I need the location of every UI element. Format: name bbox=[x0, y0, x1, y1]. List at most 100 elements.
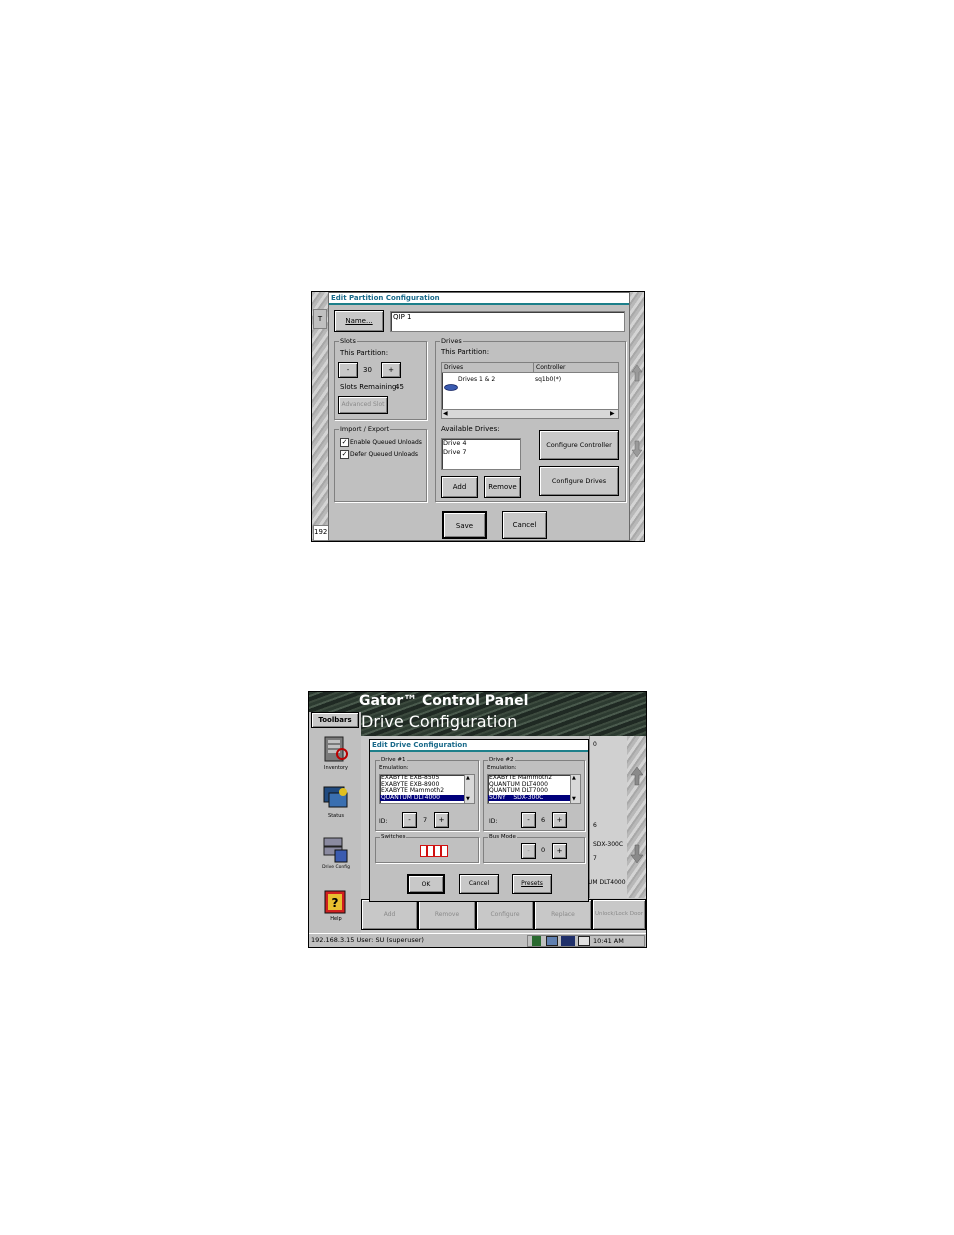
dip-switch[interactable] bbox=[441, 845, 448, 857]
drive-icon bbox=[444, 376, 458, 395]
configure-button[interactable]: Configure bbox=[476, 899, 534, 930]
configure-controller-button[interactable]: Configure Controller bbox=[539, 430, 619, 460]
scroll-up-icon[interactable]: ▲ bbox=[466, 775, 470, 781]
scroll-up-icon[interactable]: ▲ bbox=[572, 775, 576, 781]
background-left-tab: T bbox=[313, 309, 327, 329]
bus-mode-group: Bus Mode - 0 + bbox=[483, 832, 585, 863]
edit-partition-dialog: Edit Partition Configuration Name... QIP… bbox=[328, 292, 630, 541]
tray-icon[interactable] bbox=[578, 936, 590, 946]
bus-mode-minus-button[interactable]: - bbox=[521, 843, 536, 859]
toolbar-label: Inventory bbox=[324, 765, 348, 771]
drive-config-icon bbox=[323, 837, 348, 863]
tray-icon[interactable] bbox=[546, 936, 558, 946]
toolbar-item-help[interactable]: ? Help bbox=[319, 888, 353, 926]
list-item-selected[interactable]: QUANTUM DLT4000 bbox=[380, 794, 474, 801]
drive1-emulation-list[interactable]: EXABYTE EXB-8505 EXABYTE EXB-8900 EXABYT… bbox=[379, 774, 475, 804]
dip-switch[interactable] bbox=[434, 845, 441, 857]
advanced-slot-button[interactable]: Advanced Slot bbox=[338, 396, 388, 414]
add-drive-button[interactable]: Add bbox=[441, 476, 478, 498]
defer-queued-unloads-label: Defer Queued Unloads bbox=[350, 451, 419, 458]
right-scroll-strip bbox=[627, 736, 646, 898]
column-header-drives[interactable]: Drives bbox=[444, 363, 463, 372]
unlock-lock-door-button[interactable]: Unlock/Lock Door bbox=[592, 899, 646, 930]
background-left-strip bbox=[312, 292, 328, 541]
page-title: Drive Configuration bbox=[361, 712, 518, 731]
slots-group: Slots This Partition: - 30 + Slots Remai… bbox=[334, 336, 427, 420]
drive2-id-minus-button[interactable]: - bbox=[521, 812, 536, 828]
toolbar-item-inventory[interactable]: Inventory bbox=[319, 732, 353, 774]
scroll-up-arrow-icon[interactable] bbox=[631, 364, 643, 382]
system-tray: 10:41 AM bbox=[527, 935, 645, 947]
app-title: Gator™ Control Panel bbox=[359, 693, 529, 709]
cancel-button[interactable]: Cancel bbox=[502, 511, 547, 539]
name-button[interactable]: Name... bbox=[334, 310, 384, 332]
right-panel-text: 7 bbox=[593, 855, 597, 862]
clock: 10:41 AM bbox=[593, 937, 624, 945]
column-header-controller[interactable]: Controller bbox=[533, 363, 566, 372]
tray-icon[interactable] bbox=[532, 936, 541, 946]
right-panel: 0 6 SDX-300C 7 UM DLT4000 bbox=[588, 736, 628, 898]
toolbar-label: Help bbox=[330, 916, 342, 922]
horizontal-scrollbar[interactable]: ◀ ▶ bbox=[442, 409, 618, 418]
drive1-id-value: 7 bbox=[423, 816, 428, 824]
toolbar-item-drive-config[interactable]: Drive Config bbox=[319, 834, 353, 874]
drive2-emulation-list[interactable]: EXABYTE Mammoth2 QUANTUM DLT4000 QUANTUM… bbox=[487, 774, 581, 804]
slots-plus-button[interactable]: + bbox=[381, 362, 401, 378]
save-button[interactable]: Save bbox=[442, 511, 487, 539]
dip-switch[interactable] bbox=[427, 845, 434, 857]
drive2-emulation-label: Emulation: bbox=[487, 765, 517, 771]
list-item-selected[interactable]: SONY SDX-300C bbox=[488, 794, 580, 801]
switches-caption: Switches bbox=[380, 832, 407, 842]
scroll-down-arrow-icon[interactable] bbox=[631, 440, 643, 458]
cancel-button[interactable]: Cancel bbox=[459, 874, 499, 894]
partition-name-field[interactable]: QIP 1 bbox=[390, 311, 625, 332]
import-export-group: Import / Export ✓ Enable Queued Unloads … bbox=[334, 424, 427, 502]
background-right-strip bbox=[630, 292, 644, 541]
scroll-down-icon[interactable]: ▼ bbox=[466, 796, 470, 802]
bus-mode-plus-button[interactable]: + bbox=[552, 843, 567, 859]
configure-drives-button[interactable]: Configure Drives bbox=[539, 466, 619, 496]
drive1-id-minus-button[interactable]: - bbox=[402, 812, 417, 828]
add-button[interactable]: Add bbox=[361, 899, 418, 930]
background-status-fragment: 192 bbox=[313, 525, 329, 541]
available-drives-list[interactable]: Drive 4 Drive 7 bbox=[441, 438, 521, 470]
tray-icon[interactable] bbox=[561, 936, 575, 946]
drive1-id-plus-button[interactable]: + bbox=[434, 812, 449, 828]
list-item[interactable]: Drive 4 bbox=[442, 439, 520, 448]
table-row[interactable]: Drives 1 & 2 sq1b0(*) bbox=[444, 375, 614, 391]
list-item[interactable]: Drive 7 bbox=[442, 448, 520, 457]
slots-remaining-label: Slots Remaining: bbox=[340, 383, 399, 391]
scroll-right-icon[interactable]: ▶ bbox=[610, 410, 615, 417]
list-scrollbar[interactable]: ▲ ▼ bbox=[464, 775, 474, 803]
drive1-group: Drive #1 Emulation: EXABYTE EXB-8505 EXA… bbox=[375, 755, 479, 831]
switches-group: Switches bbox=[375, 832, 479, 863]
scroll-down-arrow-icon[interactable] bbox=[630, 844, 644, 864]
presets-button[interactable]: Presets bbox=[512, 874, 552, 894]
toolbars-button[interactable]: Toolbars bbox=[311, 712, 359, 728]
toolbar-item-status[interactable]: Status bbox=[319, 784, 353, 822]
slots-minus-button[interactable]: - bbox=[338, 362, 358, 378]
dip-switch[interactable] bbox=[420, 845, 427, 857]
replace-button[interactable]: Replace bbox=[534, 899, 592, 930]
dialog-title: Edit Partition Configuration bbox=[329, 293, 629, 305]
defer-queued-unloads-checkbox[interactable]: ✓ bbox=[340, 450, 349, 459]
partition-name-value: QIP 1 bbox=[393, 313, 412, 321]
slots-value: 30 bbox=[363, 366, 372, 374]
scroll-down-icon[interactable]: ▼ bbox=[572, 796, 576, 802]
drive2-id-label: ID: bbox=[489, 818, 498, 825]
drives-group: Drives This Partition: Drives Controller… bbox=[435, 336, 626, 502]
scroll-up-arrow-icon[interactable] bbox=[630, 766, 644, 786]
partition-drives-table[interactable]: Drives Controller Drives 1 & 2 sq1b0(*) … bbox=[441, 362, 619, 419]
remove-button[interactable]: Remove bbox=[418, 899, 476, 930]
right-panel-text: UM DLT4000 bbox=[588, 879, 626, 886]
inventory-icon bbox=[324, 736, 348, 762]
list-scrollbar[interactable]: ▲ ▼ bbox=[570, 775, 580, 803]
scroll-left-icon[interactable]: ◀ bbox=[443, 410, 448, 417]
ok-button[interactable]: OK bbox=[407, 874, 445, 894]
available-drives-label: Available Drives: bbox=[441, 425, 500, 433]
remove-drive-button[interactable]: Remove bbox=[484, 476, 521, 498]
partition-screenshot: T 192 Edit Partition Configuration Name.… bbox=[311, 291, 645, 542]
drive2-id-plus-button[interactable]: + bbox=[552, 812, 567, 828]
enable-queued-unloads-checkbox[interactable]: ✓ bbox=[340, 438, 349, 447]
enable-queued-unloads-label: Enable Queued Unloads bbox=[350, 439, 422, 446]
